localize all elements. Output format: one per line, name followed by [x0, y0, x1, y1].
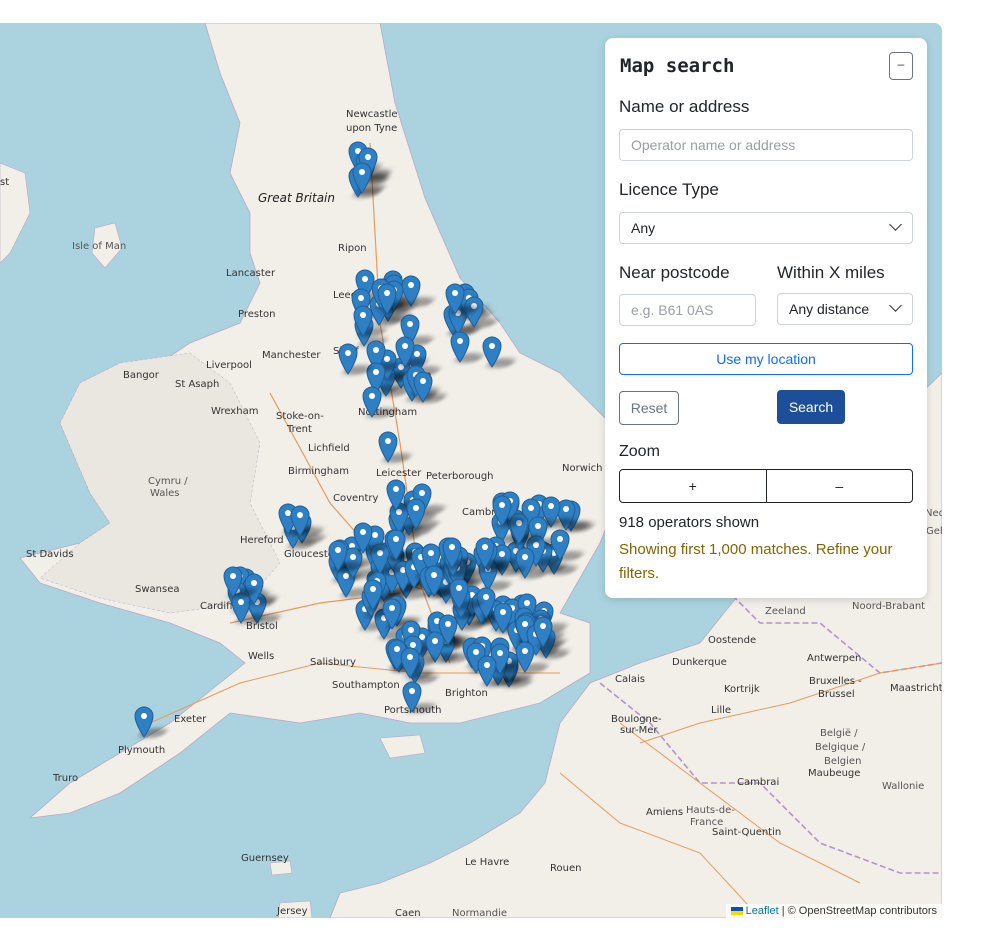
map-marker-icon[interactable]: [328, 540, 348, 573]
map-marker-icon[interactable]: [442, 537, 462, 570]
chevron-down-icon: [889, 218, 902, 231]
distance-value: Any distance: [789, 301, 870, 317]
zoom-in-button[interactable]: +: [620, 470, 767, 502]
operator-count: 918 operators shown: [619, 514, 760, 531]
map-marker-icon[interactable]: [449, 578, 469, 610]
map-marker-icon[interactable]: [352, 162, 372, 195]
map-marker-icon[interactable]: [450, 331, 470, 363]
zoom-label: Zoom: [619, 443, 660, 460]
map-marker-icon[interactable]: [406, 498, 426, 530]
map-marker-icon[interactable]: [377, 283, 397, 315]
map-marker-icon[interactable]: [363, 579, 383, 611]
map-marker-icon[interactable]: [353, 522, 373, 554]
collapse-button[interactable]: –: [889, 52, 913, 80]
map-marker-icon[interactable]: [533, 616, 553, 649]
map-marker-icon[interactable]: [290, 505, 310, 537]
ukraine-flag-icon: [730, 907, 743, 916]
map-marker-icon[interactable]: [134, 706, 154, 738]
result-limit-warning: Showing first 1,000 matches. Refine your…: [619, 541, 893, 582]
within-miles-label: Within X miles: [777, 263, 885, 282]
map-marker-icon[interactable]: [386, 529, 406, 562]
map-marker-icon[interactable]: [492, 495, 512, 527]
osm-attribution: | © OpenStreetMap contributors: [778, 905, 937, 917]
map-marker-icon[interactable]: [402, 681, 422, 713]
distance-select[interactable]: Any distance: [777, 293, 913, 325]
map-marker-icon[interactable]: [477, 655, 497, 687]
map-marker-icon[interactable]: [353, 305, 373, 337]
licence-type-value: Any: [631, 220, 656, 236]
map-marker-icon[interactable]: [413, 371, 433, 403]
postcode-label: Near postcode: [619, 263, 730, 282]
leaflet-link[interactable]: Leaflet: [746, 905, 779, 917]
chevron-down-icon: [889, 299, 902, 312]
use-my-location-button[interactable]: Use my location: [619, 343, 913, 375]
name-address-input[interactable]: [619, 129, 913, 161]
map-marker-icon[interactable]: [338, 343, 358, 375]
map-marker-icon[interactable]: [378, 431, 398, 463]
postcode-input[interactable]: [619, 294, 756, 326]
map-marker-icon[interactable]: [482, 336, 502, 368]
map-marker-icon[interactable]: [445, 283, 465, 315]
zoom-out-button[interactable]: –: [767, 470, 913, 502]
map-marker-icon[interactable]: [515, 641, 535, 673]
search-button[interactable]: Search: [777, 390, 845, 424]
licence-type-select[interactable]: Any: [619, 212, 913, 244]
map-marker-icon[interactable]: [424, 565, 444, 598]
map-marker-icon[interactable]: [550, 529, 570, 562]
map-marker-icon[interactable]: [395, 336, 415, 369]
map-marker-icon[interactable]: [386, 479, 406, 511]
panel-title: Map search: [620, 55, 735, 77]
name-label: Name or address: [619, 97, 750, 116]
map-marker-icon[interactable]: [475, 537, 495, 570]
map-search-panel: Map search – Name or address Licence Typ…: [605, 38, 927, 598]
zoom-controls: + –: [619, 469, 913, 503]
map-marker-icon[interactable]: [223, 566, 243, 598]
reset-button[interactable]: Reset: [619, 391, 679, 425]
licence-type-label: Licence Type: [619, 180, 719, 199]
map-marker-icon[interactable]: [400, 647, 420, 679]
map-marker-icon[interactable]: [362, 386, 382, 418]
map-attribution: Leaflet | © OpenStreetMap contributors: [725, 904, 942, 918]
